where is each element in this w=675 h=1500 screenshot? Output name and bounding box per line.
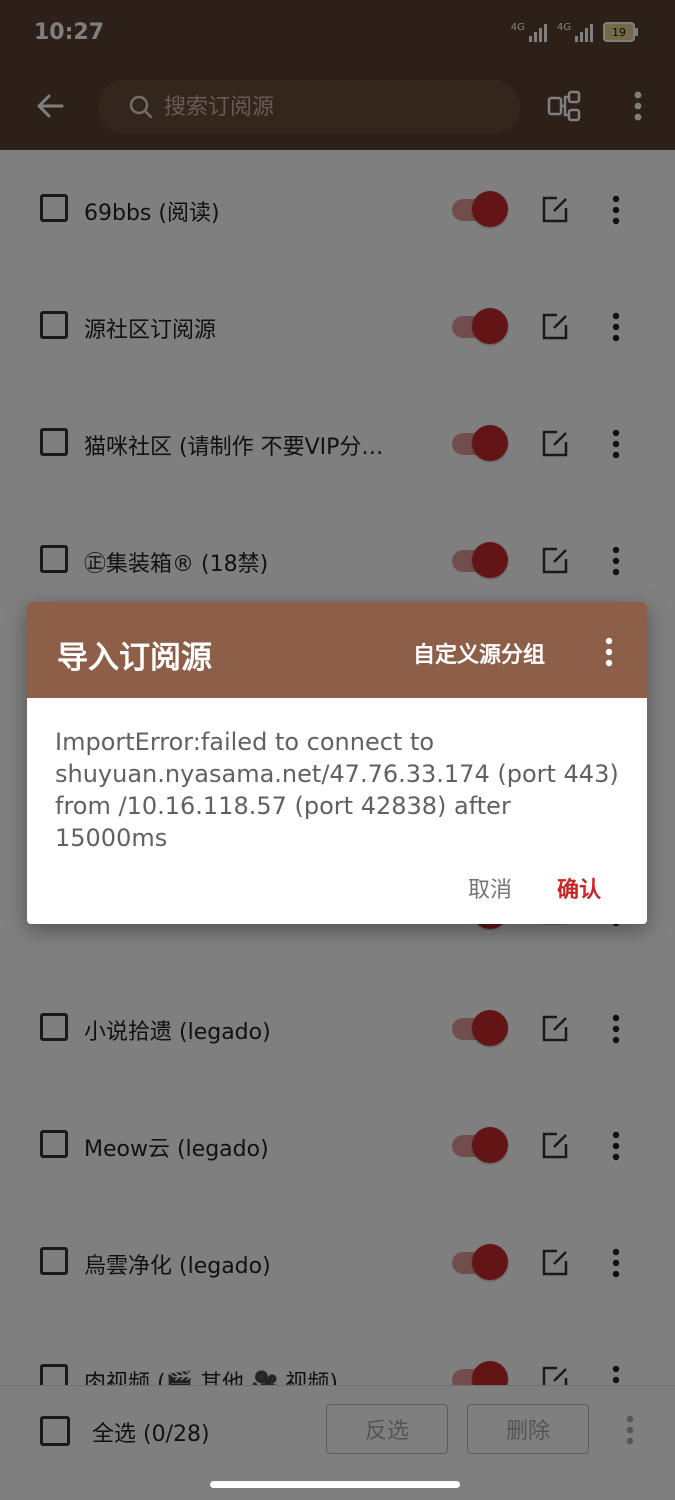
cancel-button[interactable]: 取消 <box>468 872 512 904</box>
import-dialog: 导入订阅源 自定义源分组 ImportError:failed to conne… <box>27 602 647 924</box>
dialog-message: ImportError:failed to connect to shuyuan… <box>55 728 619 852</box>
dialog-header: 导入订阅源 自定义源分组 <box>27 602 647 698</box>
dialog-title: 导入订阅源 <box>57 640 212 676</box>
more-vert-icon[interactable] <box>597 632 621 672</box>
home-indicator[interactable] <box>210 1481 460 1488</box>
confirm-button[interactable]: 确认 <box>557 872 601 904</box>
custom-group-button[interactable]: 自定义源分组 <box>413 637 545 669</box>
